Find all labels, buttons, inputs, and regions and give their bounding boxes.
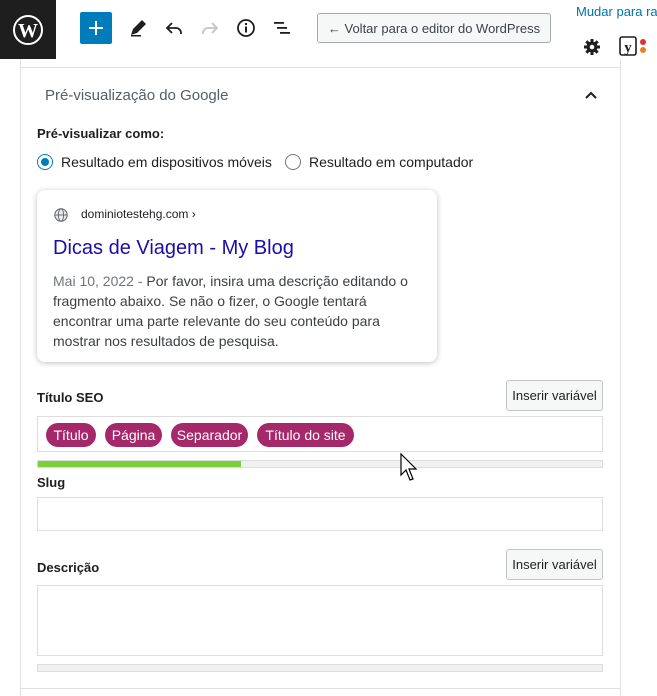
globe-icon — [54, 208, 68, 222]
snippet-title: Dicas de Viagem - My Blog — [53, 237, 294, 259]
undo-icon — [165, 22, 182, 34]
variable-tag-separator[interactable]: Separador — [171, 423, 248, 447]
add-block-button[interactable] — [80, 12, 112, 44]
list-view-button[interactable] — [268, 14, 296, 42]
chevron-up-icon — [585, 91, 597, 99]
undo-button[interactable] — [160, 14, 188, 42]
mobile-result-radio[interactable] — [37, 154, 53, 170]
snippet-description-block: Mai 10, 2022 - Por favor, insira uma des… — [53, 271, 428, 351]
yoast-seo-button[interactable]: y — [618, 35, 657, 59]
seo-title-progress-fill — [38, 461, 242, 467]
description-input[interactable] — [37, 585, 603, 656]
back-to-wordpress-editor-button[interactable]: ← Voltar para o editor do WordPress — [317, 13, 551, 43]
wordpress-icon[interactable]: W — [0, 0, 56, 59]
variable-tag-page[interactable]: Página — [105, 423, 162, 447]
panel-title: Pré-visualização do Google — [45, 87, 229, 104]
description-label: Descrição — [37, 560, 100, 575]
pencil-icon — [131, 20, 146, 37]
snippet-date: Mai 10, 2022 — [53, 273, 134, 289]
svg-text:W: W — [18, 20, 38, 42]
svg-text:y: y — [624, 40, 632, 56]
panel-divider — [20, 67, 621, 68]
redo-icon — [202, 22, 219, 34]
yoast-icon: y — [619, 36, 646, 56]
switch-to-draft-link[interactable]: Mudar para ra — [576, 4, 657, 19]
editor-toolbar: W ← Voltar para o editor do WordPress Mu… — [0, 0, 657, 59]
description-length-progress — [37, 664, 603, 672]
seo-title-length-progress — [37, 460, 603, 468]
seo-title-insert-variable-button[interactable]: Inserir variável — [506, 380, 603, 411]
variable-tag-site-title[interactable]: Título do site — [257, 423, 354, 447]
mouse-pointer-icon — [400, 453, 418, 481]
slug-label: Slug — [37, 475, 66, 490]
list-view-icon — [274, 22, 290, 34]
info-icon — [237, 19, 255, 37]
snippet-separator: - — [133, 273, 147, 289]
slug-input[interactable] — [37, 497, 603, 531]
panel-bottom-divider — [20, 688, 621, 689]
desktop-result-label[interactable]: Resultado em computador — [309, 154, 473, 170]
mobile-result-label[interactable]: Resultado em dispositivos móveis — [61, 154, 272, 170]
gear-icon — [584, 39, 600, 55]
settings-button[interactable] — [580, 35, 604, 59]
desktop-result-radio[interactable] — [285, 154, 301, 170]
plus-icon — [89, 21, 103, 35]
tools-button[interactable] — [124, 14, 152, 42]
redo-button[interactable] — [196, 14, 224, 42]
variable-tag-title[interactable]: Título — [46, 423, 96, 447]
snippet-url: dominiotestehg.com › — [81, 207, 196, 221]
preview-as-label: Pré-visualizar como: — [37, 126, 165, 141]
google-snippet-card: dominiotestehg.com › Dicas de Viagem - M… — [37, 190, 437, 362]
seo-title-label: Título SEO — [37, 390, 104, 405]
details-button[interactable] — [232, 14, 260, 42]
collapse-panel-button[interactable] — [581, 86, 601, 106]
description-insert-variable-button[interactable]: Inserir variável — [506, 549, 603, 580]
